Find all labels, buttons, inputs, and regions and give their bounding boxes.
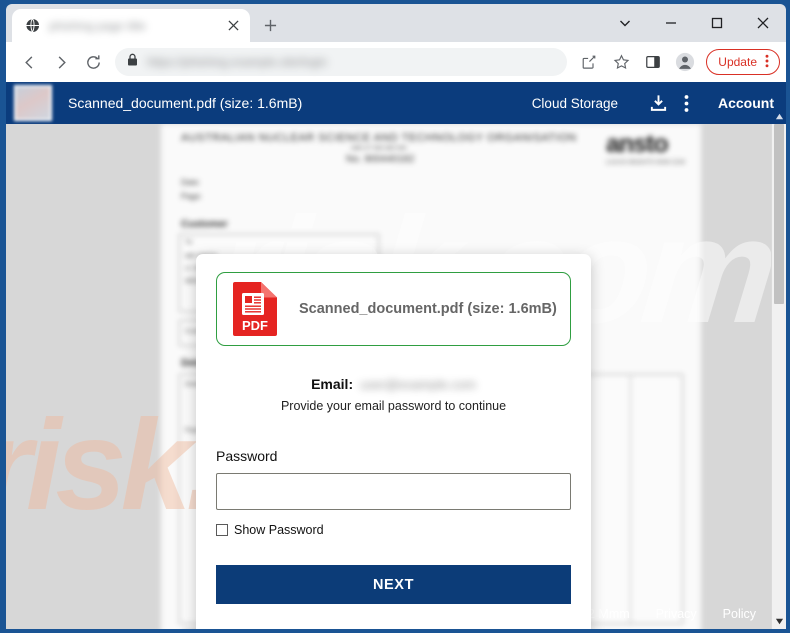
url-text: https://phishing.example.site/login bbox=[147, 55, 328, 69]
scroll-down-arrow[interactable] bbox=[772, 614, 786, 629]
svg-text:PDF: PDF bbox=[242, 318, 268, 333]
browser-tab[interactable]: phishing page title bbox=[12, 9, 250, 42]
document-thumbnail bbox=[14, 85, 52, 121]
page-viewport: Scanned_document.pdf (size: 1.6mB) Cloud… bbox=[6, 82, 786, 629]
email-value: user@example.com bbox=[360, 376, 476, 392]
pdf-file-icon: PDF bbox=[231, 281, 279, 337]
app-header-actions: Cloud Storage Account bbox=[532, 89, 776, 117]
ansto-logo: ansto bbox=[605, 130, 669, 158]
profile-icon[interactable] bbox=[670, 47, 700, 77]
kebab-menu-icon[interactable] bbox=[760, 53, 774, 72]
instruction-text: Provide your email password to continue bbox=[280, 399, 507, 413]
password-input[interactable] bbox=[216, 473, 571, 510]
scrollbar-thumb[interactable] bbox=[774, 124, 784, 304]
back-icon[interactable] bbox=[14, 47, 44, 77]
forward-icon[interactable] bbox=[46, 47, 76, 77]
chevron-down-icon[interactable] bbox=[602, 7, 648, 39]
document-page-label: Page: bbox=[181, 191, 202, 201]
document-to-label: To: bbox=[185, 239, 194, 246]
document-number: No. 900440182 bbox=[346, 154, 415, 165]
update-button[interactable]: Update bbox=[706, 49, 780, 75]
cloud-storage-label[interactable]: Cloud Storage bbox=[532, 96, 618, 111]
window-controls bbox=[602, 4, 786, 42]
document-organisation: AUSTRALIAN NUCLEAR SCIENCE AND TECHNOLOG… bbox=[181, 132, 577, 144]
page-scrollbar[interactable] bbox=[771, 109, 786, 629]
address-bar[interactable]: https://phishing.example.site/login bbox=[115, 48, 568, 76]
document-customer-heading: Customer bbox=[181, 219, 228, 230]
privacy-link[interactable]: Privacy bbox=[656, 607, 697, 621]
new-tab-button[interactable] bbox=[256, 11, 284, 39]
account-label[interactable]: Account bbox=[718, 95, 774, 111]
document-address: LUCAS HEIGHTS NSW 2234 bbox=[605, 160, 685, 166]
policy-link[interactable]: Policy bbox=[723, 607, 756, 621]
reload-icon[interactable] bbox=[78, 47, 108, 77]
password-modal: PDF Scanned_document.pdf (size: 1.6mB) E… bbox=[196, 254, 591, 629]
update-label: Update bbox=[718, 55, 757, 69]
more-options-icon[interactable] bbox=[672, 89, 700, 117]
browser-window: phishing page title https://phishing.exa… bbox=[0, 0, 790, 633]
email-label: Email: bbox=[311, 376, 354, 392]
document-date-page: Date: Page: bbox=[181, 176, 202, 203]
globe-icon bbox=[24, 18, 40, 34]
email-row: Email: user@example.com bbox=[216, 376, 571, 392]
document-header: AUSTRALIAN NUCLEAR SCIENCE AND TECHNOLOG… bbox=[181, 130, 685, 167]
next-button[interactable]: NEXT bbox=[216, 565, 571, 604]
minimize-icon[interactable] bbox=[648, 7, 694, 39]
show-password-label: Show Password bbox=[234, 523, 324, 537]
tab-strip: phishing page title bbox=[6, 4, 786, 42]
share-icon[interactable] bbox=[574, 47, 604, 77]
file-name-label: Scanned_document.pdf (size: 1.6mB) bbox=[299, 301, 557, 317]
document-date-label: Date: bbox=[181, 178, 201, 187]
browser-toolbar: https://phishing.example.site/login Upda… bbox=[6, 42, 786, 82]
maximize-icon[interactable] bbox=[694, 7, 740, 39]
window-close-icon[interactable] bbox=[740, 7, 786, 39]
side-panel-icon[interactable] bbox=[638, 47, 668, 77]
file-box: PDF Scanned_document.pdf (size: 1.6mB) bbox=[216, 272, 571, 346]
document-abn: ABN 47 956 969 590 bbox=[350, 146, 407, 152]
scroll-up-arrow[interactable] bbox=[772, 109, 786, 124]
download-icon[interactable] bbox=[644, 89, 672, 117]
close-icon[interactable] bbox=[224, 17, 242, 35]
app-header: Scanned_document.pdf (size: 1.6mB) Cloud… bbox=[6, 82, 786, 124]
show-password-checkbox[interactable] bbox=[216, 524, 228, 536]
app-header-title: Scanned_document.pdf (size: 1.6mB) bbox=[68, 95, 303, 111]
show-password-row[interactable]: Show Password bbox=[216, 523, 571, 537]
tab-title: phishing page title bbox=[49, 18, 146, 33]
lock-icon bbox=[127, 53, 138, 71]
star-icon[interactable] bbox=[606, 47, 636, 77]
password-label: Password bbox=[216, 448, 278, 464]
